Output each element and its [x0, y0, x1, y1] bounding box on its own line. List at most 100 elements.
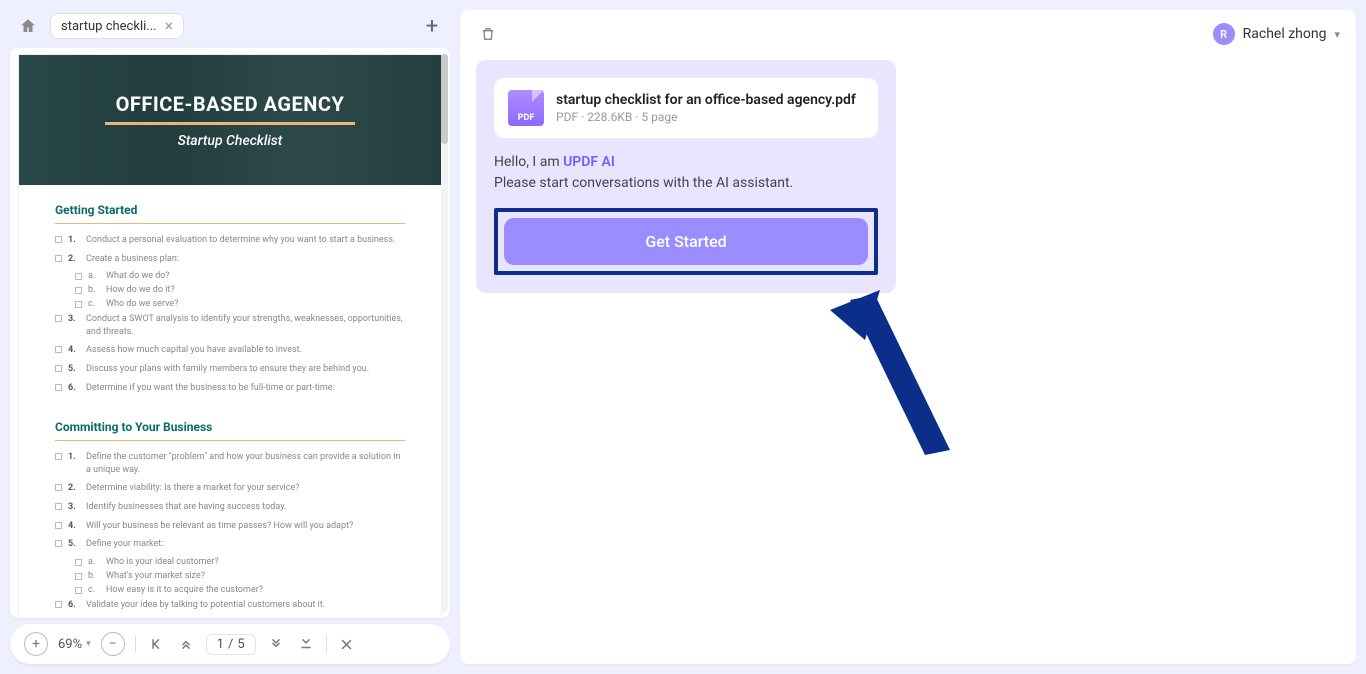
- subitem-letter: a.: [88, 557, 100, 567]
- ai-card: PDF startup checklist for an office-base…: [476, 60, 896, 293]
- checkbox-icon: [55, 384, 62, 391]
- tab-close-button[interactable]: ×: [165, 18, 174, 34]
- checklist-item: 1.Conduct a personal evaluation to deter…: [55, 234, 405, 247]
- item-number: 2.: [68, 253, 80, 266]
- delete-button[interactable]: [476, 22, 500, 46]
- item-text: Define the customer "problem" and how yo…: [86, 451, 405, 476]
- subitem-text: What's your market size?: [106, 571, 405, 581]
- checkbox-icon: [75, 273, 82, 280]
- item-text: Discuss your plans with family members t…: [86, 363, 405, 376]
- checkbox-icon: [75, 573, 82, 580]
- checklist-subitem: a. What do we do?: [75, 271, 405, 281]
- page-input[interactable]: 1 / 5: [206, 634, 256, 655]
- subitem-letter: a.: [88, 271, 100, 281]
- right-panel: R Rachel zhong ▾ PDF startup checklist f…: [460, 10, 1356, 664]
- last-page-button[interactable]: [296, 634, 316, 654]
- document-scroll[interactable]: OFFICE-BASED AGENCY Startup Checklist Ge…: [10, 48, 450, 618]
- item-text: Validate your idea by talking to potenti…: [86, 599, 405, 612]
- checklist-item: 2. Create a business plan:: [55, 253, 405, 266]
- checklist-item: 1.Define the customer "problem" and how …: [55, 451, 405, 476]
- checklist-subitem: b. How do we do it?: [75, 285, 405, 295]
- checkbox-icon: [55, 601, 62, 608]
- scrollbar-track[interactable]: [441, 54, 448, 612]
- item-number: 4.: [68, 344, 80, 357]
- chevron-down-icon: ▾: [86, 639, 91, 649]
- next-page-button[interactable]: [266, 634, 286, 654]
- home-button[interactable]: [14, 12, 42, 40]
- bottom-toolbar: + 69% ▾ − 1 / 5: [10, 624, 450, 664]
- tab-active[interactable]: startup checkli... ×: [50, 13, 184, 39]
- checklist-item: 6.Determine if you want the business to …: [55, 382, 405, 395]
- tab-bar: startup checkli... × +: [10, 10, 450, 42]
- zoom-value[interactable]: 69% ▾: [58, 637, 91, 652]
- file-name: startup checklist for an office-based ag…: [556, 92, 856, 108]
- tab-label: startup checkli...: [61, 19, 157, 34]
- section-rule: [55, 440, 405, 441]
- subitem-letter: b.: [88, 285, 100, 295]
- zoom-out-button[interactable]: −: [101, 632, 125, 656]
- item-text: Determine if you want the business to be…: [86, 382, 405, 395]
- checklist-item: 4. Assess how much capital you have avail…: [55, 344, 405, 357]
- first-page-button[interactable]: [146, 634, 166, 654]
- subitem-text: Who is your ideal customer?: [106, 557, 405, 567]
- checklist-item: 3.Conduct a SWOT analysis to identify yo…: [55, 313, 405, 338]
- item-text: Create a business plan:: [86, 253, 405, 266]
- checklist-item: 6. Validate your idea by talking to poten…: [55, 599, 405, 612]
- section-title: Committing to Your Business: [55, 420, 405, 434]
- title-underline: [105, 122, 355, 125]
- item-number: 4.: [68, 520, 80, 533]
- subitem-text: What do we do?: [106, 271, 405, 281]
- prev-page-button[interactable]: [176, 634, 196, 654]
- file-attachment[interactable]: PDF startup checklist for an office-base…: [494, 78, 878, 138]
- scrollbar-thumb[interactable]: [441, 54, 448, 144]
- checkbox-icon: [55, 236, 62, 243]
- subitem-text: How do we do it?: [106, 285, 405, 295]
- avatar: R: [1213, 23, 1235, 45]
- item-number: 3.: [68, 501, 80, 514]
- file-info: startup checklist for an office-based ag…: [556, 92, 856, 124]
- item-number: 6.: [68, 599, 80, 612]
- checkbox-icon: [75, 301, 82, 308]
- checklist-subitem: c.How easy is it to acquire the customer…: [75, 585, 405, 595]
- arrow-annotation: [830, 290, 960, 470]
- item-number: 5.: [68, 538, 80, 551]
- item-text: Will your business be relevant as time p…: [86, 520, 405, 533]
- pdf-icon: PDF: [508, 90, 544, 126]
- checkbox-icon: [55, 503, 62, 510]
- file-meta: PDF · 228.6KB · 5 page: [556, 110, 856, 124]
- item-number: 3.: [68, 313, 80, 326]
- section-title: Getting Started: [55, 203, 405, 217]
- divider: [326, 635, 327, 653]
- checklist-item: 5. Define your market:: [55, 538, 405, 551]
- greeting-text: Hello, I am UPDF AI Please start convers…: [494, 152, 878, 194]
- home-icon: [19, 17, 37, 35]
- item-text: Assess how much capital you have availab…: [86, 344, 405, 357]
- user-menu[interactable]: R Rachel zhong ▾: [1213, 23, 1340, 45]
- document-header: OFFICE-BASED AGENCY Startup Checklist: [19, 55, 441, 185]
- item-number: 1.: [68, 234, 80, 247]
- subitem-text: How easy is it to acquire the customer?: [106, 585, 405, 595]
- subitem-text: Who do we serve?: [106, 299, 405, 309]
- document-viewer: OFFICE-BASED AGENCY Startup Checklist Ge…: [10, 48, 450, 618]
- document-title: OFFICE-BASED AGENCY: [116, 92, 345, 116]
- checkbox-icon: [55, 540, 62, 547]
- divider: [135, 635, 136, 653]
- add-tab-button[interactable]: +: [418, 12, 446, 40]
- item-number: 5.: [68, 363, 80, 376]
- checkbox-icon: [55, 453, 62, 460]
- item-text: Identify businesses that are having succ…: [86, 501, 405, 514]
- zoom-in-button[interactable]: +: [24, 632, 48, 656]
- cta-highlight: Get Started: [494, 208, 878, 275]
- checklist-subitem: b.What's your market size?: [75, 571, 405, 581]
- subitem-letter: c.: [88, 299, 100, 309]
- close-button[interactable]: [337, 634, 357, 654]
- item-text: Define your market:: [86, 538, 405, 551]
- get-started-button[interactable]: Get Started: [504, 218, 868, 265]
- left-panel: startup checkli... × + OFFICE-BASED AGEN…: [10, 10, 450, 664]
- trash-icon: [480, 26, 496, 42]
- checkbox-icon: [55, 522, 62, 529]
- checkbox-icon: [75, 587, 82, 594]
- document-page: OFFICE-BASED AGENCY Startup Checklist Ge…: [18, 54, 442, 618]
- checkbox-icon: [55, 484, 62, 491]
- checklist-item: 4. Will your business be relevant as time…: [55, 520, 405, 533]
